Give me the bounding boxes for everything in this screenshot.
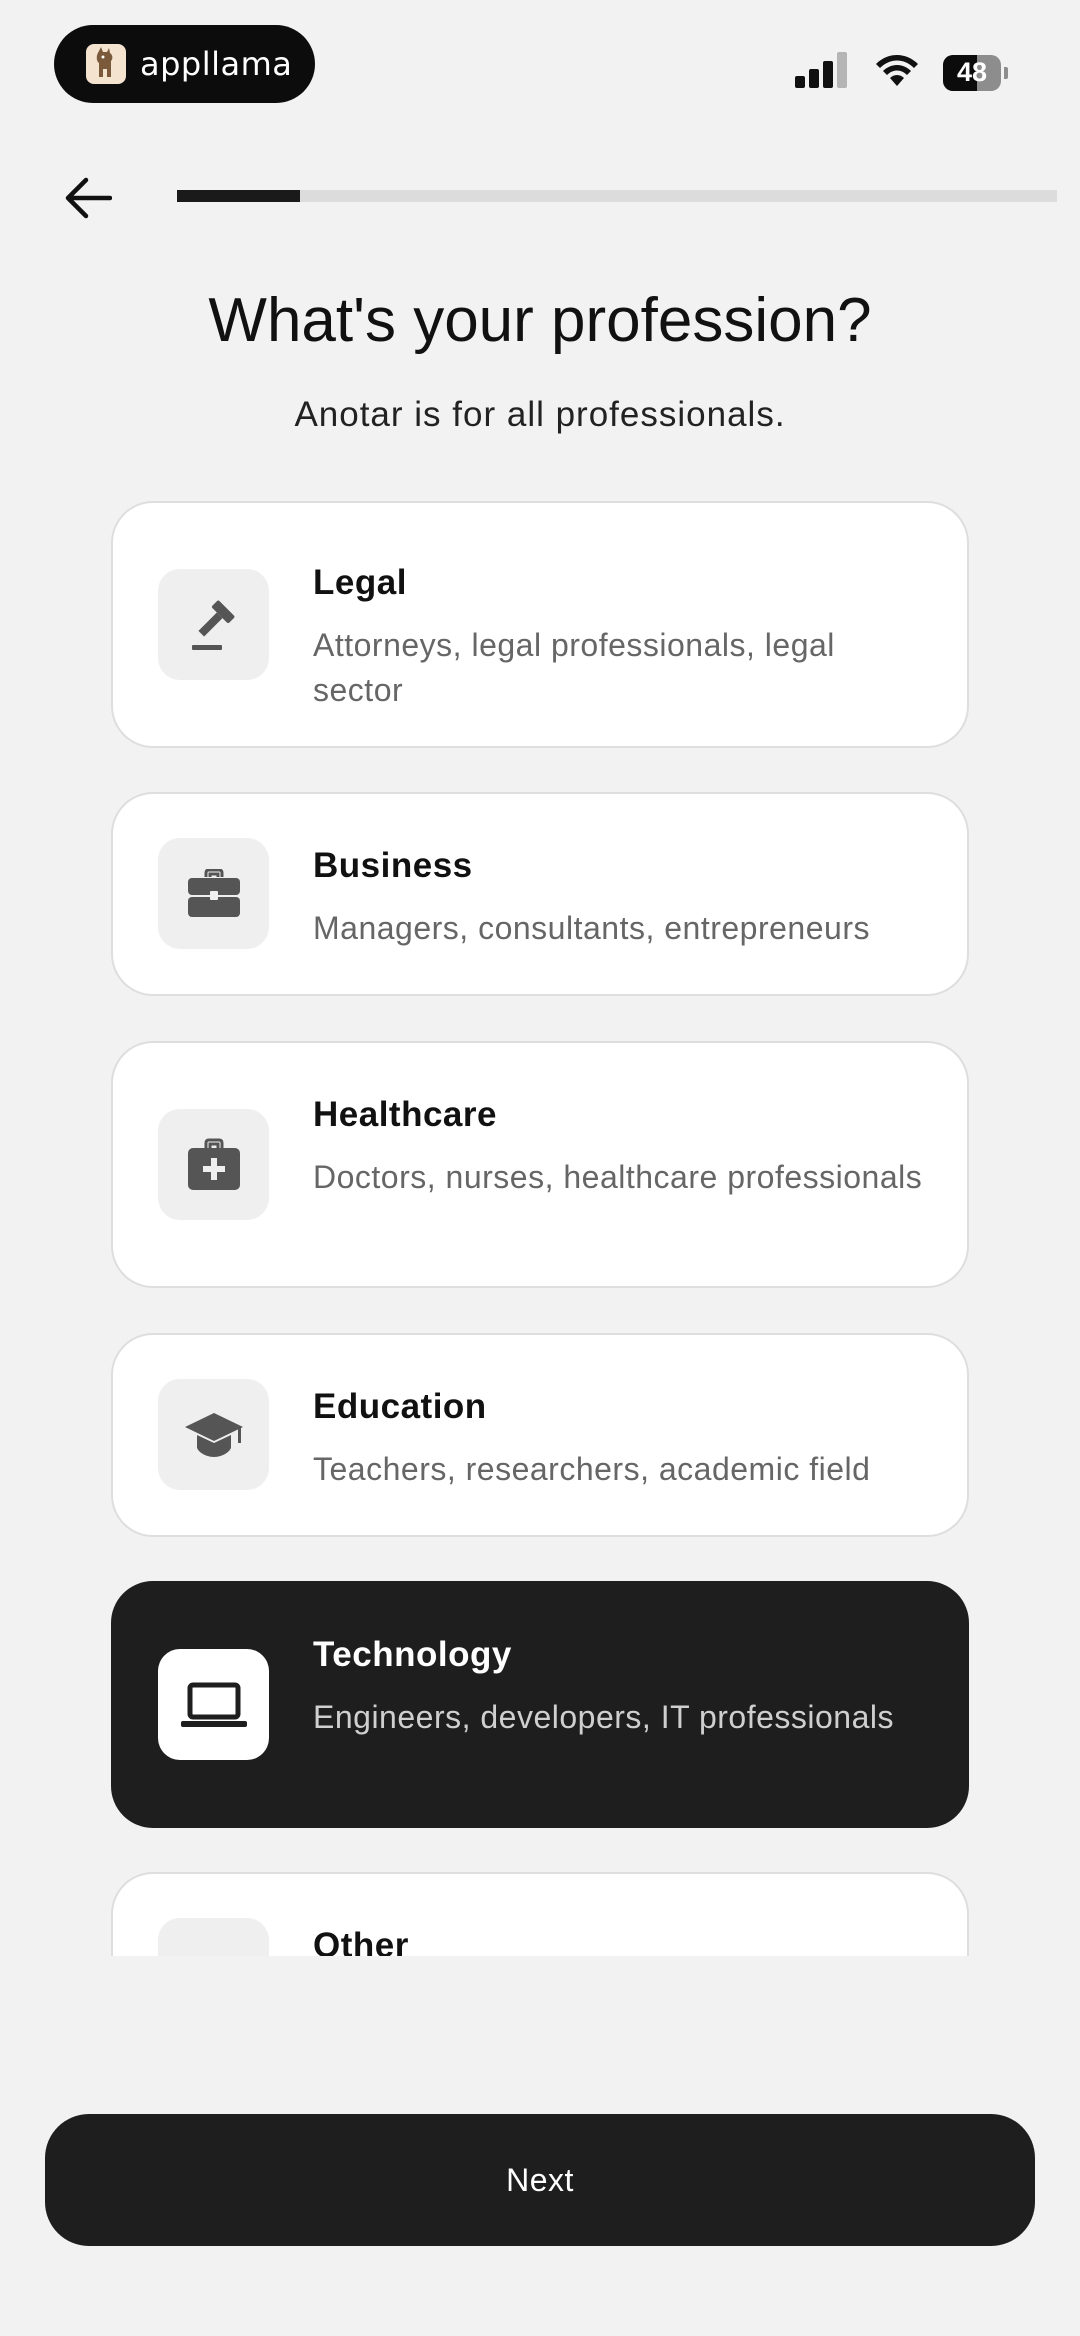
brand-pill: appllama	[54, 25, 315, 103]
profession-label: Technology	[313, 1635, 512, 1674]
next-button[interactable]: Next	[45, 2114, 1035, 2246]
llama-logo-icon	[86, 44, 126, 84]
battery-level: 48	[956, 57, 988, 87]
page-subtitle: Anotar is for all professionals.	[294, 395, 786, 434]
profession-description: Attorneys, legal professionals, legal se…	[313, 627, 835, 708]
profession-label: Healthcare	[313, 1095, 497, 1134]
profession-label: Education	[313, 1387, 487, 1426]
profession-card-technology[interactable]: Technology Engineers, developers, IT pro…	[111, 1581, 969, 1828]
wifi-icon	[873, 52, 921, 93]
profession-description: Managers, consultants, entrepreneurs	[313, 910, 870, 946]
profession-description: Teachers, researchers, academic field	[313, 1451, 871, 1487]
gavel-icon	[158, 569, 269, 680]
profession-label: Business	[313, 846, 473, 885]
battery-tip	[1004, 66, 1008, 79]
brand-name: appllama	[140, 45, 293, 83]
profession-card-legal[interactable]: Legal Attorneys, legal professionals, le…	[111, 501, 969, 748]
battery-icon: 48	[943, 54, 1001, 91]
profession-description: Doctors, nurses, healthcare professional…	[313, 1159, 923, 1195]
arrow-left-icon	[65, 177, 112, 219]
other-icon	[158, 1918, 269, 1956]
graduation-cap-icon	[158, 1379, 269, 1490]
status-bar: appllama 48	[0, 0, 1080, 110]
medical-bag-icon	[158, 1109, 269, 1220]
briefcase-icon	[158, 838, 269, 949]
profession-list[interactable]: Legal Attorneys, legal professionals, le…	[0, 490, 1080, 1956]
profession-card-other[interactable]: Other	[111, 1872, 969, 1956]
progress-fill	[177, 190, 301, 202]
profession-label: Legal	[313, 563, 407, 602]
profession-label: Other	[313, 1926, 409, 1956]
page-title: What's your profession?	[208, 286, 872, 355]
profession-description: Engineers, developers, IT professionals	[313, 1699, 894, 1735]
laptop-icon	[158, 1649, 269, 1760]
progress-bar	[177, 190, 1057, 202]
profession-card-education[interactable]: Education Teachers, researchers, academi…	[111, 1333, 969, 1537]
back-button[interactable]	[58, 168, 118, 228]
profession-card-business[interactable]: Business Managers, consultants, entrepre…	[111, 792, 969, 996]
signal-icon	[795, 52, 851, 93]
profession-card-healthcare[interactable]: Healthcare Doctors, nurses, healthcare p…	[111, 1041, 969, 1288]
